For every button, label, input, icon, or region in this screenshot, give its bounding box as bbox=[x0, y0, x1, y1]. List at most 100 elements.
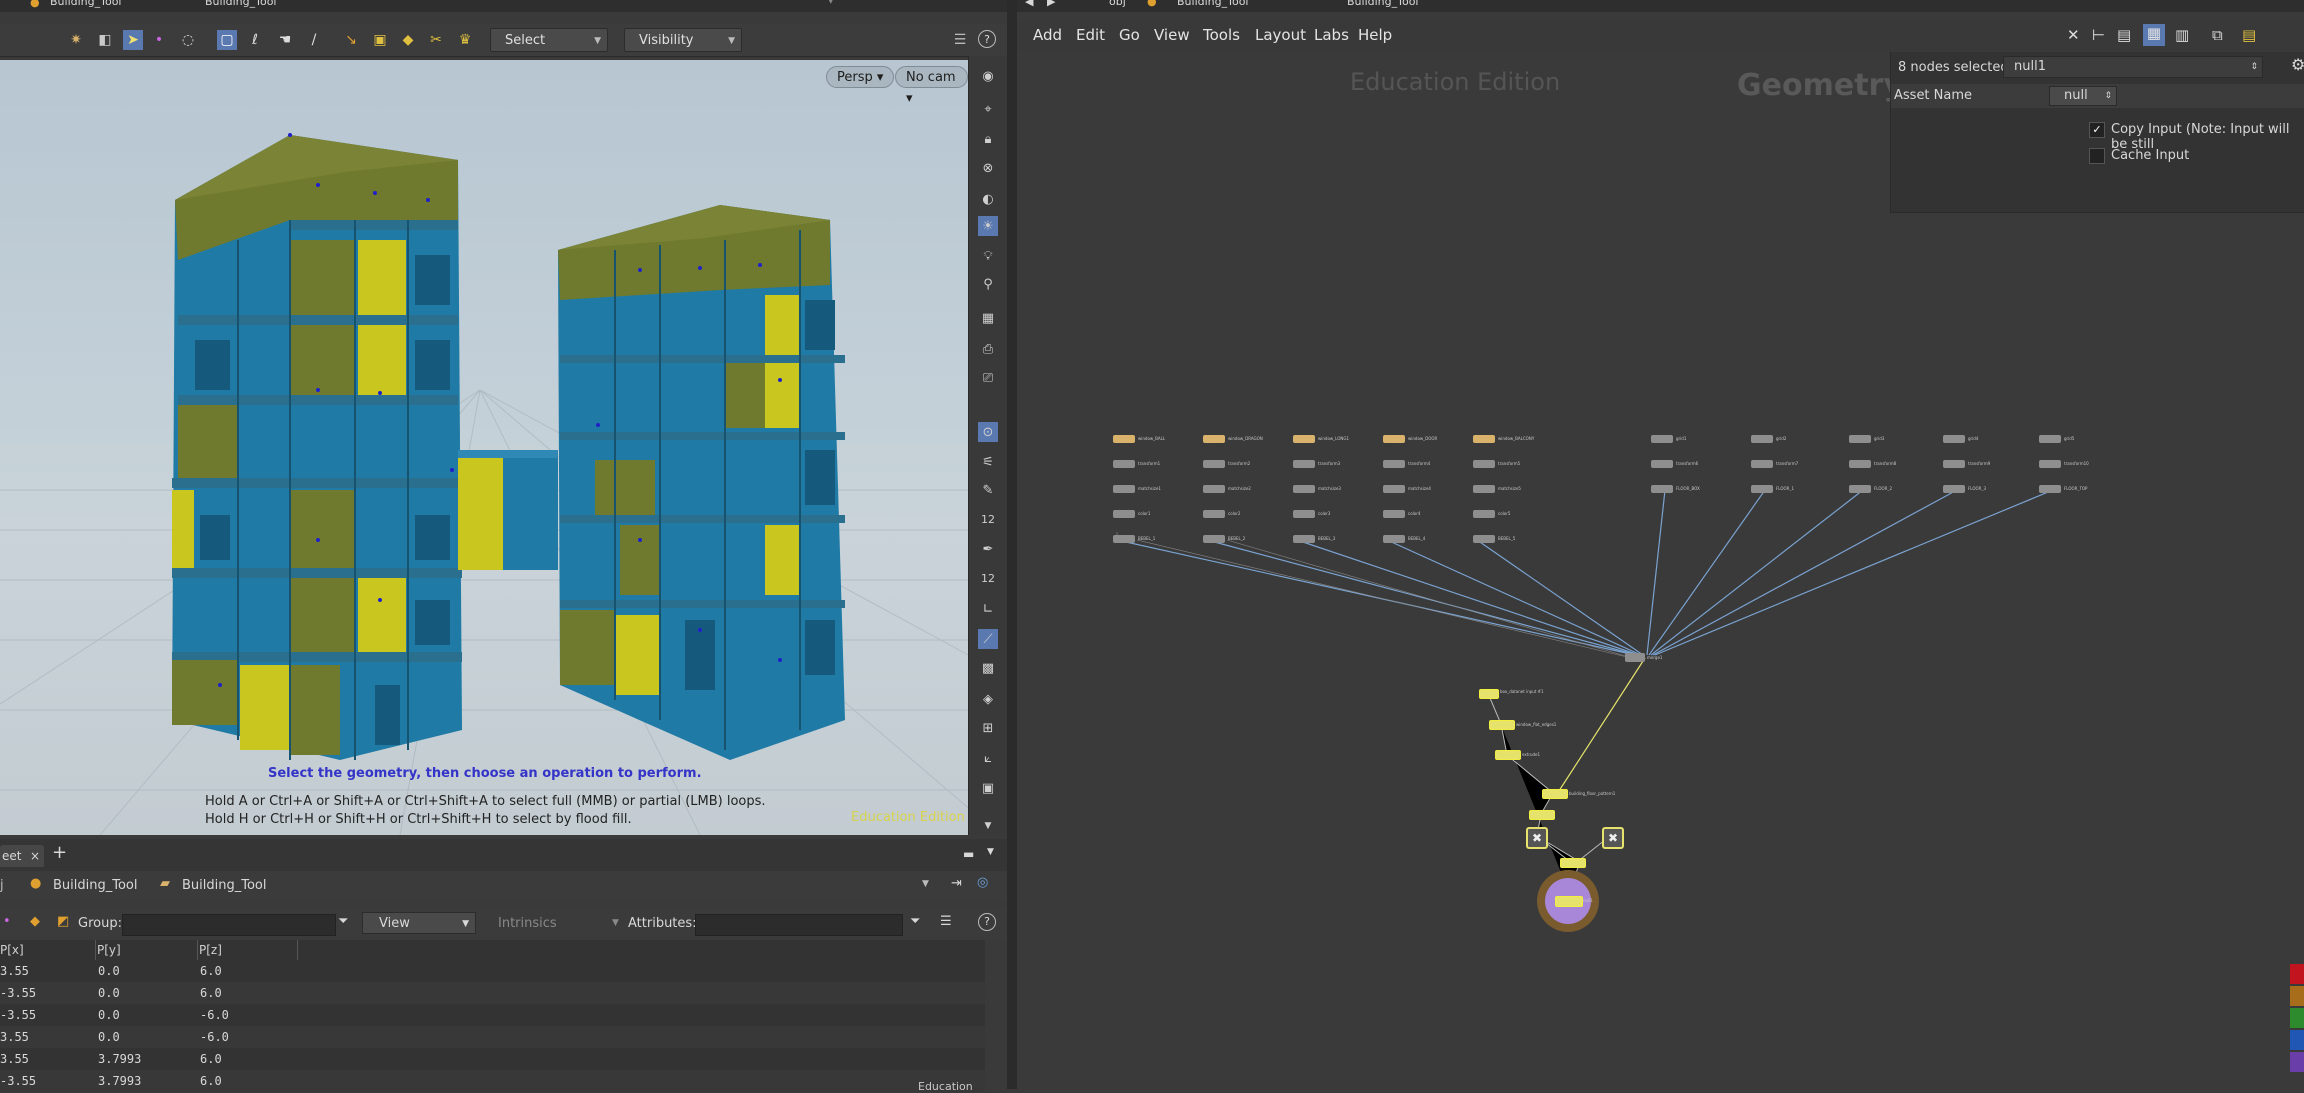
cache-input-checkbox[interactable] bbox=[2089, 148, 2105, 164]
color-swatch-orange[interactable] bbox=[2290, 986, 2304, 1006]
table-row[interactable]: 3.55 0.0 -6.0 bbox=[0, 1026, 985, 1048]
menu-layout[interactable]: Layout bbox=[1255, 26, 1306, 44]
list-icon[interactable]: ▤ bbox=[2117, 26, 2131, 44]
grid-node[interactable] bbox=[1751, 460, 1773, 468]
add-tab-icon[interactable]: + bbox=[52, 842, 67, 863]
sphere-icon[interactable]: ◐ bbox=[978, 189, 998, 209]
brush-icon[interactable]: ☚ bbox=[275, 30, 295, 50]
network-node[interactable] bbox=[1293, 510, 1315, 518]
path-item-1[interactable]: Building_Tool bbox=[53, 878, 138, 893]
table-row[interactable]: -3.55 0.0 -6.0 bbox=[0, 1004, 985, 1026]
selected-node-field[interactable]: null1 ⇕ bbox=[2003, 56, 2263, 78]
vertices-mode-icon[interactable]: ◆ bbox=[30, 914, 40, 929]
prim-number-icon[interactable]: 12 bbox=[978, 568, 998, 588]
chain-node[interactable] bbox=[1560, 858, 1586, 868]
pen-icon[interactable]: ✎ bbox=[978, 480, 998, 500]
menu-tools[interactable]: Tools bbox=[1203, 26, 1240, 44]
network-node[interactable] bbox=[1203, 460, 1225, 468]
network-node[interactable] bbox=[1473, 460, 1495, 468]
network-node[interactable] bbox=[1383, 535, 1405, 543]
persp-button[interactable]: Persp ▾ bbox=[826, 66, 895, 88]
pick-icon[interactable]: ↘ bbox=[341, 30, 361, 50]
color-swatch-red[interactable] bbox=[2290, 964, 2304, 984]
network-node[interactable] bbox=[1113, 460, 1135, 468]
note-icon[interactable]: ▤ bbox=[2242, 26, 2256, 44]
chain-node[interactable] bbox=[1529, 810, 1555, 820]
select-mode-dropdown[interactable]: Select ▼ bbox=[490, 28, 608, 52]
network-node[interactable] bbox=[1473, 435, 1495, 443]
merge-node[interactable] bbox=[1625, 653, 1645, 662]
network-node[interactable] bbox=[1203, 535, 1225, 543]
view-dropdown[interactable]: View ▼ bbox=[362, 912, 476, 934]
grid-node[interactable] bbox=[1943, 460, 1965, 468]
chevron-down-icon[interactable]: ▼ bbox=[922, 879, 929, 889]
close-icon[interactable]: ⊗ bbox=[978, 158, 998, 178]
chain-node[interactable] bbox=[1542, 789, 1568, 799]
asset-name-dropdown[interactable]: null ⇕ bbox=[2049, 86, 2117, 106]
network-node[interactable] bbox=[1203, 510, 1225, 518]
grid-node[interactable] bbox=[1849, 460, 1871, 468]
laser-icon[interactable]: / bbox=[304, 30, 324, 50]
network-node[interactable] bbox=[1473, 485, 1495, 493]
node-network-editor[interactable]: Education Edition Geometry window_BALL tr… bbox=[1017, 52, 2304, 1089]
link-icon[interactable]: ◎ bbox=[977, 875, 988, 890]
primitive-icon[interactable]: ◆ bbox=[398, 30, 418, 50]
chevron-down-icon[interactable]: ▼ bbox=[612, 918, 619, 928]
grid-node[interactable] bbox=[1943, 435, 1965, 443]
left-path-item-2[interactable]: Building_Tool bbox=[205, 0, 277, 8]
network-node[interactable] bbox=[1113, 435, 1135, 443]
grid-node[interactable] bbox=[2039, 460, 2061, 468]
edge-icon[interactable]: ✂ bbox=[426, 30, 446, 50]
attributes-field[interactable] bbox=[695, 914, 903, 936]
gear-icon[interactable]: ✷ bbox=[66, 30, 86, 50]
left-path-item-1[interactable]: Building_Tool bbox=[50, 0, 122, 8]
table-row[interactable]: 3.55 0.0 6.0 bbox=[0, 960, 985, 982]
rotate-icon[interactable]: ◌ bbox=[178, 30, 198, 50]
pane-menu-icon[interactable]: ▬ bbox=[963, 847, 974, 861]
menu-add[interactable]: Add bbox=[1033, 26, 1062, 44]
network-node[interactable] bbox=[1473, 535, 1495, 543]
grid-node[interactable] bbox=[1651, 435, 1673, 443]
grid-icon[interactable]: ⊞ bbox=[978, 718, 998, 738]
chain-node[interactable] bbox=[1479, 689, 1499, 699]
bulb-icon[interactable]: ⚲ bbox=[978, 274, 998, 294]
grid-node[interactable] bbox=[1751, 435, 1773, 443]
chevron-down-icon[interactable]: ▼ bbox=[978, 816, 998, 836]
render-icon[interactable]: ▦ bbox=[978, 308, 998, 328]
filter-icon[interactable]: ⏷ bbox=[338, 914, 348, 929]
network-node[interactable] bbox=[1293, 535, 1315, 543]
checker-icon[interactable]: ▩ bbox=[978, 658, 998, 678]
back-icon[interactable]: ◀ bbox=[1025, 0, 1033, 8]
view-icon[interactable]: ⌖ bbox=[978, 99, 998, 119]
angle-icon[interactable]: ∟ bbox=[978, 599, 998, 619]
pin-icon[interactable]: ⇥ bbox=[951, 876, 962, 891]
network-node[interactable] bbox=[1383, 435, 1405, 443]
primitives-mode-icon[interactable]: ◩ bbox=[57, 914, 69, 929]
list-icon[interactable]: ☰ bbox=[950, 30, 970, 50]
network-node[interactable] bbox=[1113, 535, 1135, 543]
tree-icon[interactable]: ⊢ bbox=[2092, 26, 2105, 44]
close-icon[interactable]: × bbox=[30, 845, 40, 867]
window-icon[interactable]: ⧉ bbox=[2212, 26, 2223, 44]
network-node[interactable] bbox=[1113, 510, 1135, 518]
grid-view-icon[interactable]: ▦ bbox=[2143, 24, 2165, 46]
table-row[interactable]: 3.55 3.7993 6.0 bbox=[0, 1048, 985, 1070]
points-mode-icon[interactable]: • bbox=[3, 914, 11, 929]
camera-button[interactable]: No cam ▾ bbox=[895, 66, 968, 106]
column-header-px[interactable]: P[x] bbox=[0, 940, 96, 960]
color-swatch-blue[interactable] bbox=[2290, 1030, 2304, 1050]
color-swatch-purple[interactable] bbox=[2290, 1052, 2304, 1072]
visibility-dropdown[interactable]: Visibility ▼ bbox=[624, 28, 742, 52]
switch-node-icon[interactable]: ✖ bbox=[1526, 827, 1548, 849]
screenshot-icon[interactable]: ⎚ bbox=[978, 368, 998, 388]
color-swatch-green[interactable] bbox=[2290, 1008, 2304, 1028]
grid-node[interactable] bbox=[1943, 485, 1965, 493]
box-select-icon[interactable]: ▢ bbox=[217, 30, 237, 50]
network-node[interactable] bbox=[1293, 460, 1315, 468]
menu-view[interactable]: View bbox=[1154, 26, 1190, 44]
copy-input-checkbox[interactable]: ✓ bbox=[2089, 122, 2105, 138]
point-number-icon[interactable]: 12 bbox=[978, 509, 998, 529]
column-header-pz[interactable]: P[z] bbox=[199, 940, 298, 960]
lasso-icon[interactable]: ℓ bbox=[245, 30, 265, 50]
network-node[interactable] bbox=[1383, 510, 1405, 518]
